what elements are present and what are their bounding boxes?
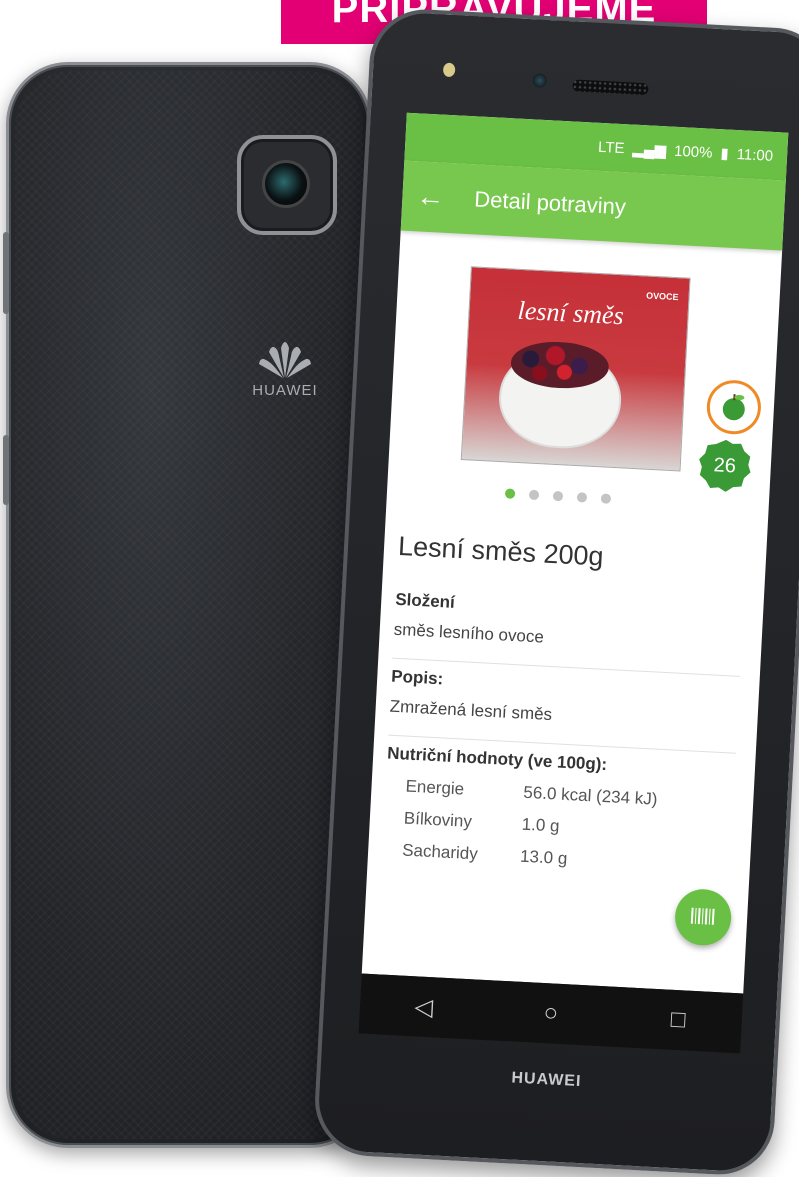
back-logo: HUAWEI bbox=[245, 340, 325, 399]
score-badge: 26 bbox=[697, 438, 752, 493]
front-brand-text: HUAWEI bbox=[511, 1069, 582, 1091]
nutrition-value: 1.0 g bbox=[521, 814, 561, 836]
apple-logo-icon bbox=[705, 378, 763, 436]
rear-camera bbox=[237, 135, 337, 235]
battery-icon: ▮ bbox=[719, 145, 730, 163]
network-indicator: LTE bbox=[597, 138, 625, 157]
carousel-dot[interactable] bbox=[528, 489, 540, 501]
carousel-dot[interactable] bbox=[552, 490, 564, 502]
clock: 11:00 bbox=[736, 145, 774, 165]
camera-lens bbox=[262, 160, 310, 208]
page-title: Detail potraviny bbox=[473, 186, 627, 220]
app-screen: LTE ▂▄▆ 100% ▮ 11:00 ← Detail potraviny … bbox=[361, 112, 789, 994]
triangle-back-icon[interactable]: ◁ bbox=[403, 991, 444, 1022]
pack-text: lesní směs bbox=[516, 295, 625, 331]
nutrition-row: Bílkoviny 1.0 g bbox=[403, 809, 732, 846]
power-button bbox=[3, 435, 9, 505]
nutrition-row: Sacharidy 13.0 g bbox=[402, 840, 731, 877]
barcode-icon bbox=[690, 907, 715, 925]
back-brand-text: HUAWEI bbox=[252, 382, 318, 399]
earpiece-speaker bbox=[572, 79, 649, 96]
nutrition-value: 13.0 g bbox=[519, 846, 568, 869]
huawei-logo-icon bbox=[259, 342, 311, 378]
back-phone: HUAWEI bbox=[6, 62, 372, 1148]
nutrition-label: Bílkoviny bbox=[403, 808, 473, 832]
battery-percent: 100% bbox=[673, 142, 713, 162]
composition-text: směs lesního ovoce bbox=[393, 619, 545, 647]
circle-home-icon[interactable]: ○ bbox=[530, 998, 571, 1028]
nutrition-value: 56.0 kcal (234 kJ) bbox=[522, 782, 658, 809]
front-phone: LTE ▂▄▆ 100% ▮ 11:00 ← Detail potraviny … bbox=[312, 6, 799, 1177]
product-hero: OVOCE lesní směs 26 bbox=[385, 231, 782, 551]
proximity-sensor bbox=[442, 62, 456, 78]
back-arrow-icon[interactable]: ← bbox=[416, 180, 446, 212]
signal-icon: ▂▄▆ bbox=[632, 140, 667, 160]
pack-tag: OVOCE bbox=[645, 290, 679, 303]
carousel-dot[interactable] bbox=[504, 488, 516, 499]
volume-button bbox=[3, 232, 9, 314]
carousel-dot[interactable] bbox=[600, 493, 612, 504]
product-photo[interactable]: OVOCE lesní směs bbox=[460, 266, 691, 472]
square-recent-icon[interactable]: □ bbox=[657, 1005, 698, 1035]
scan-barcode-button[interactable] bbox=[673, 887, 733, 947]
carousel-dot[interactable] bbox=[576, 492, 588, 503]
product-content: Lesní směs 200g Složení směs lesního ovo… bbox=[367, 530, 767, 897]
front-camera bbox=[532, 73, 548, 88]
nutrition-section: Nutriční hodnoty (ve 100g): Energie 56.0… bbox=[381, 736, 736, 896]
nutrition-label: Sacharidy bbox=[401, 840, 479, 864]
nutrition-label: Energie bbox=[405, 776, 465, 799]
description-text: Zmražená lesní směs bbox=[389, 696, 553, 725]
nutrition-row: Energie 56.0 kcal (234 kJ) bbox=[405, 777, 734, 814]
